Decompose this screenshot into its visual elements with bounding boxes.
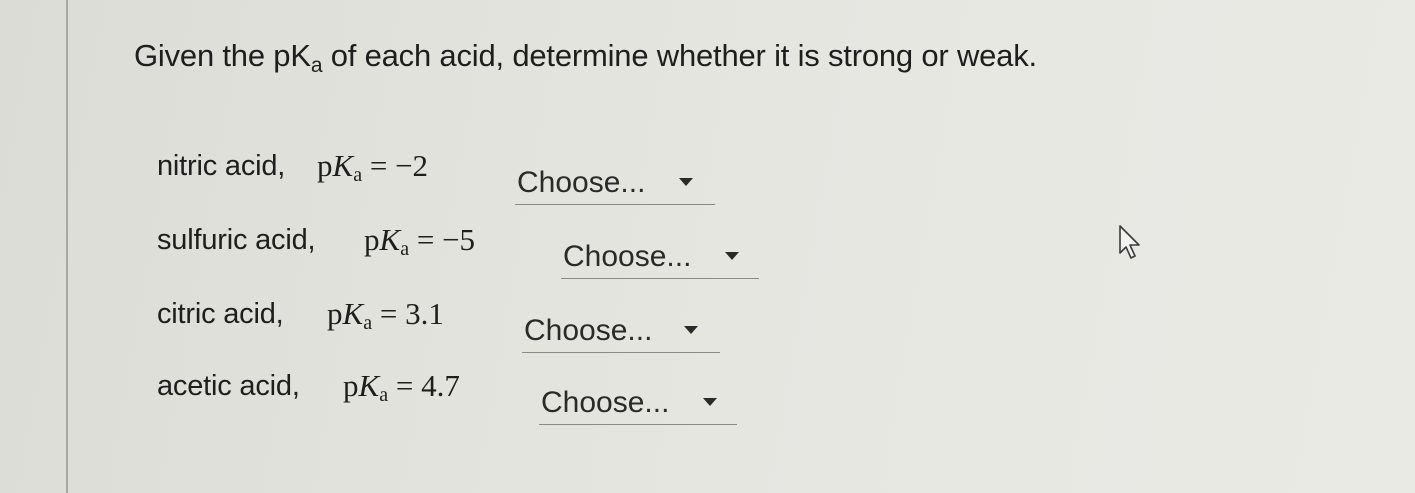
pka-p: p: [317, 148, 333, 183]
pka-subscript: a: [400, 238, 410, 260]
pka-subscript: a: [353, 164, 363, 186]
pka-value: 4.7: [421, 368, 460, 403]
strength-dropdown-sulfuric[interactable]: Choose...: [561, 234, 759, 279]
acid-name-label: citric acid,: [157, 298, 284, 330]
mouse-pointer-icon: [1119, 225, 1140, 259]
pka-value: 3.1: [405, 296, 444, 331]
caret-down-icon: [684, 326, 698, 334]
pka-equals: =: [388, 368, 422, 403]
pka-equals: =: [409, 222, 443, 257]
strength-dropdown-acetic[interactable]: Choose...: [539, 380, 737, 425]
pka-p: p: [327, 296, 343, 331]
pka-k: K: [379, 222, 401, 257]
question-prefix: Given the pK: [134, 38, 311, 73]
pka-p: p: [343, 368, 359, 403]
dropdown-selected-value: Choose...: [524, 314, 653, 347]
dropdown-selected-value: Choose...: [517, 166, 646, 199]
pka-value: −2: [395, 148, 429, 183]
pka-subscript: a: [379, 384, 389, 406]
caret-down-icon: [679, 178, 693, 186]
acid-name-label: sulfuric acid,: [157, 224, 316, 256]
pka-p: p: [364, 222, 380, 257]
pka-expression: pKa = 4.7: [343, 368, 460, 407]
dropdown-selected-value: Choose...: [541, 386, 670, 419]
acid-name-label: nitric acid,: [157, 150, 286, 182]
pka-k: K: [358, 368, 380, 403]
strength-dropdown-citric[interactable]: Choose...: [522, 308, 720, 353]
caret-down-icon: [703, 398, 717, 406]
dropdown-selected-value: Choose...: [563, 240, 692, 273]
acid-name-label: acetic acid,: [157, 370, 300, 402]
pka-expression: pKa = 3.1: [327, 296, 444, 335]
question-suffix: of each acid, determine whether it is st…: [322, 38, 1037, 73]
strength-dropdown-nitric[interactable]: Choose...: [515, 160, 715, 205]
pka-value: −5: [442, 222, 476, 257]
pka-expression: pKa = −5: [364, 222, 475, 261]
pka-subscript: a: [363, 312, 373, 334]
left-divider: [66, 0, 68, 493]
question-prompt: Given the pKa of each acid, determine wh…: [134, 38, 1037, 78]
pka-expression: pKa = −2: [317, 148, 428, 187]
pka-k: K: [342, 296, 364, 331]
pka-equals: =: [362, 148, 396, 183]
pka-k: K: [332, 148, 354, 183]
question-subscript: a: [310, 54, 323, 77]
pka-equals: =: [372, 296, 406, 331]
caret-down-icon: [725, 252, 739, 260]
